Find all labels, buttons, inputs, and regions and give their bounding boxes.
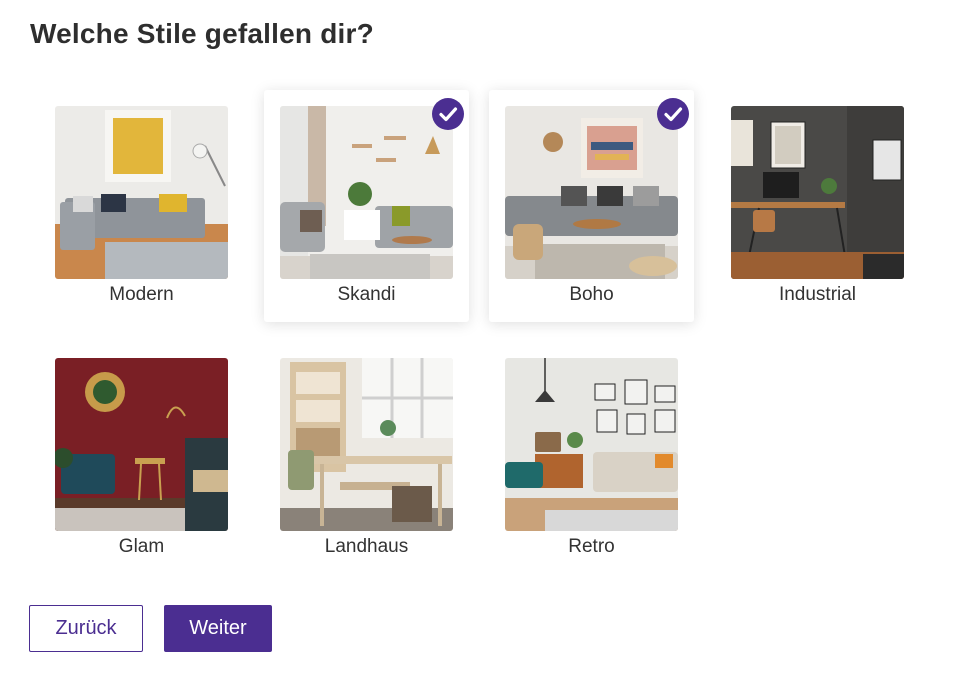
style-image-retro xyxy=(505,358,678,531)
style-card-boho[interactable]: Boho xyxy=(489,90,694,322)
style-label-landhaus: Landhaus xyxy=(324,536,409,557)
style-card-skandi[interactable]: Skandi xyxy=(264,90,469,322)
style-image-glam xyxy=(55,358,228,531)
style-card-landhaus[interactable]: Landhaus xyxy=(264,342,469,574)
checkmark-circle-icon xyxy=(657,98,689,130)
style-label-glam: Glam xyxy=(118,536,165,557)
checkmark-circle-icon xyxy=(432,98,464,130)
style-label-modern: Modern xyxy=(109,284,174,305)
page-title: Welche Stile gefallen dir? xyxy=(30,18,374,49)
style-card-industrial[interactable]: Industrial xyxy=(715,90,920,322)
style-card-modern[interactable]: Modern xyxy=(39,90,244,322)
style-label-boho: Boho xyxy=(569,284,614,305)
style-image-skandi xyxy=(280,106,453,279)
style-label-skandi: Skandi xyxy=(337,284,396,305)
back-button[interactable]: Zurück xyxy=(29,605,143,652)
style-image-modern xyxy=(55,106,228,279)
style-card-retro[interactable]: Retro xyxy=(489,342,694,574)
style-image-industrial xyxy=(731,106,904,279)
style-label-industrial: Industrial xyxy=(778,284,857,305)
style-card-glam[interactable]: Glam xyxy=(39,342,244,574)
style-label-retro: Retro xyxy=(568,536,615,557)
next-button[interactable]: Weiter xyxy=(164,605,272,652)
style-image-landhaus xyxy=(280,358,453,531)
style-image-boho xyxy=(505,106,678,279)
